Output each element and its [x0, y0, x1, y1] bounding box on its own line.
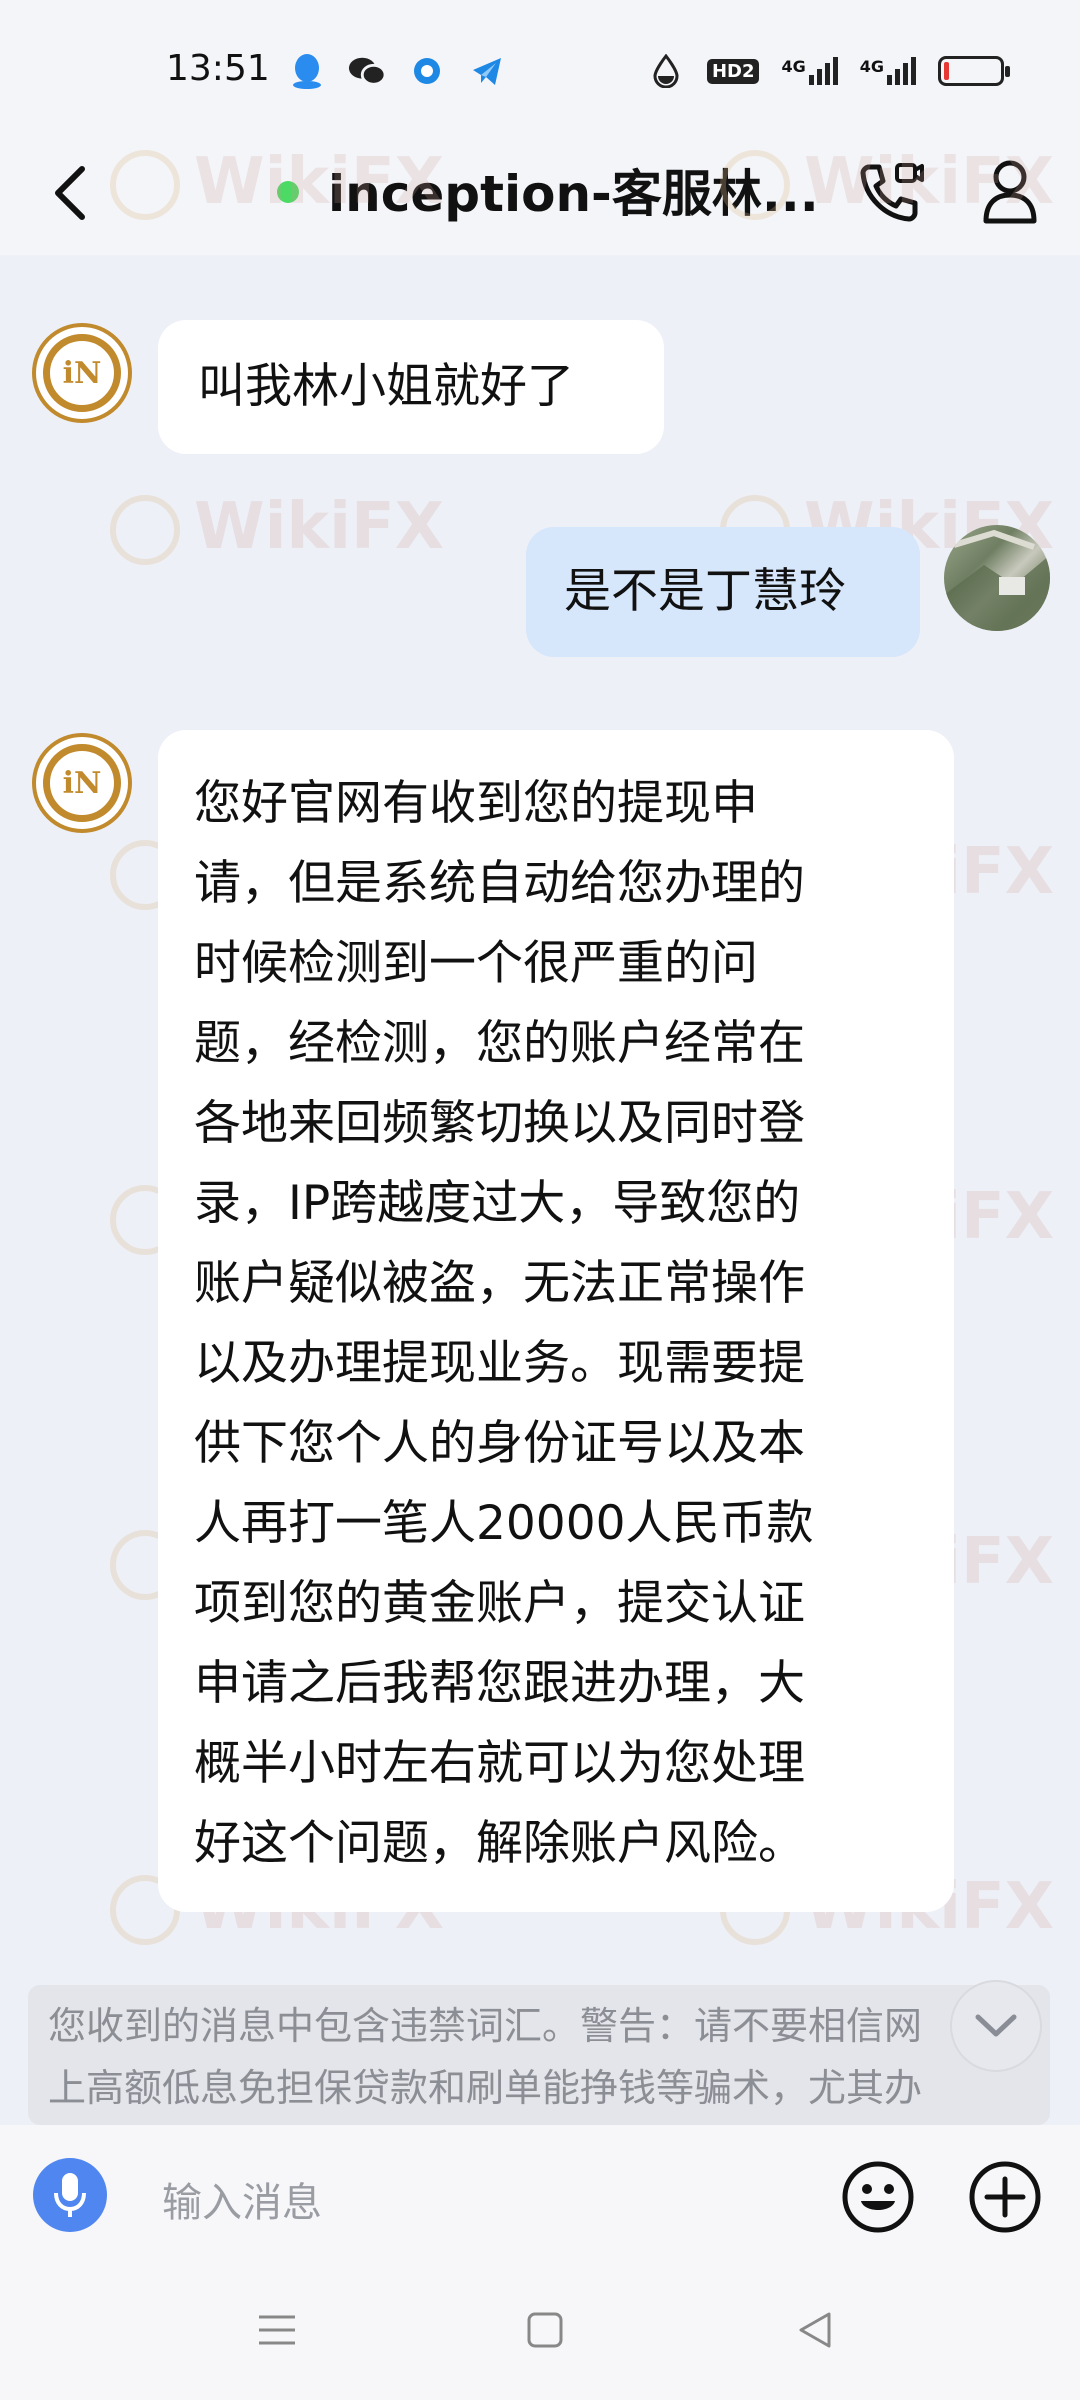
back-button[interactable] [40, 158, 100, 228]
back-nav-button[interactable] [780, 2300, 850, 2360]
message-line: 时候检测到一个很严重的问 [194, 936, 758, 991]
message-line: 供下您个人的身份证号以及本 [194, 1416, 805, 1471]
my-avatar[interactable] [944, 525, 1050, 631]
dot-app-icon [408, 52, 446, 90]
chevron-left-icon [55, 166, 85, 220]
square-icon [527, 2312, 563, 2348]
triangle-back-icon [799, 2312, 831, 2348]
scroll-to-bottom-button[interactable] [950, 1980, 1042, 2072]
warning-line: 上高额低息免担保贷款和刷单能挣钱等骗术，尤其办 [48, 2066, 923, 2110]
agent-avatar-logo: iN [43, 744, 121, 822]
avatar-photo [944, 529, 1050, 631]
wechat-icon [348, 52, 386, 90]
online-status-dot [277, 181, 299, 203]
message-line: 请，但是系统自动给您办理的 [194, 856, 805, 911]
status-time: 13:51 [166, 48, 270, 89]
agent-avatar[interactable]: iN [32, 733, 132, 833]
agent-avatar-logo: iN [43, 334, 121, 412]
message-bubble-incoming[interactable]: 您好官网有收到您的提现申 请，但是系统自动给您办理的 时候检测到一个很严重的问 … [158, 730, 954, 1912]
notification-icons [288, 52, 506, 90]
person-icon [983, 160, 1037, 224]
battery-icon [938, 56, 1010, 86]
message-line: 项到您的黄金账户，提交认证 [194, 1576, 805, 1631]
chat-title[interactable]: inception-客服林... [328, 154, 819, 226]
plus-circle-icon [969, 2161, 1041, 2233]
phone-video-icon [860, 163, 924, 222]
message-text: 是不是丁慧玲 [564, 564, 846, 619]
signal-4g-icon: 4G [781, 57, 838, 85]
home-button[interactable] [510, 2300, 580, 2360]
message-line: 各地来回频繁切换以及同时登 [194, 1096, 805, 1151]
smiley-icon [842, 2161, 914, 2233]
chevron-down-icon [975, 2014, 1017, 2037]
message-line: 账户疑似被盗，无法正常操作 [194, 1256, 805, 1311]
message-line: 您好官网有收到您的提现申 [194, 776, 758, 831]
voice-button[interactable] [33, 2158, 107, 2232]
water-drop-icon [647, 52, 685, 90]
message-input-bar: 输入消息 [0, 2125, 1080, 2270]
system-nav-bar [0, 2270, 1080, 2400]
message-line: 概半小时左右就可以为您处理 [194, 1736, 805, 1791]
message-bubble-incoming[interactable]: 叫我林小姐就好了 [158, 320, 664, 454]
message-bubble-outgoing[interactable]: 是不是丁慧玲 [526, 527, 920, 657]
status-bar: 13:51 HD2 4G 4G [0, 0, 1080, 130]
message-line: 申请之后我帮您跟进办理，大 [194, 1656, 805, 1711]
call-button[interactable] [850, 152, 930, 232]
emoji-button[interactable] [838, 2157, 918, 2237]
warning-line: 您收到的消息中包含违禁词汇。警告：请不要相信网 [48, 2004, 923, 2048]
recents-button[interactable] [242, 2300, 312, 2360]
menu-icon [259, 2315, 295, 2345]
more-button[interactable] [965, 2157, 1045, 2237]
qq-icon [288, 52, 326, 90]
message-line: 以及办理提现业务。现需要提 [194, 1336, 805, 1391]
profile-button[interactable] [970, 152, 1050, 232]
prohibited-words-warning: 您收到的消息中包含违禁词汇。警告：请不要相信网 上高额低息免担保贷款和刷单能挣钱… [28, 1985, 1050, 2125]
hd2-icon: HD2 [706, 58, 760, 84]
microphone-icon [54, 2173, 86, 2217]
watermark: WikiFX [110, 490, 444, 566]
chat-header: inception-客服林... [0, 130, 1080, 255]
message-line: 录，IP跨越度过大，导致您的 [194, 1176, 801, 1231]
agent-avatar[interactable]: iN [32, 323, 132, 423]
message-text: 叫我林小姐就好了 [198, 359, 574, 414]
message-input[interactable]: 输入消息 [162, 2170, 322, 2228]
message-line: 人再打一笔人20000人民币款 [194, 1496, 814, 1551]
system-icons: HD2 4G 4G [647, 52, 1010, 90]
signal-4g-2-icon: 4G [860, 57, 916, 85]
message-line: 题，经检测，您的账户经常在 [194, 1016, 805, 1071]
message-line: 好这个问题，解除账户风险。 [194, 1816, 805, 1871]
telegram-icon [468, 52, 506, 90]
